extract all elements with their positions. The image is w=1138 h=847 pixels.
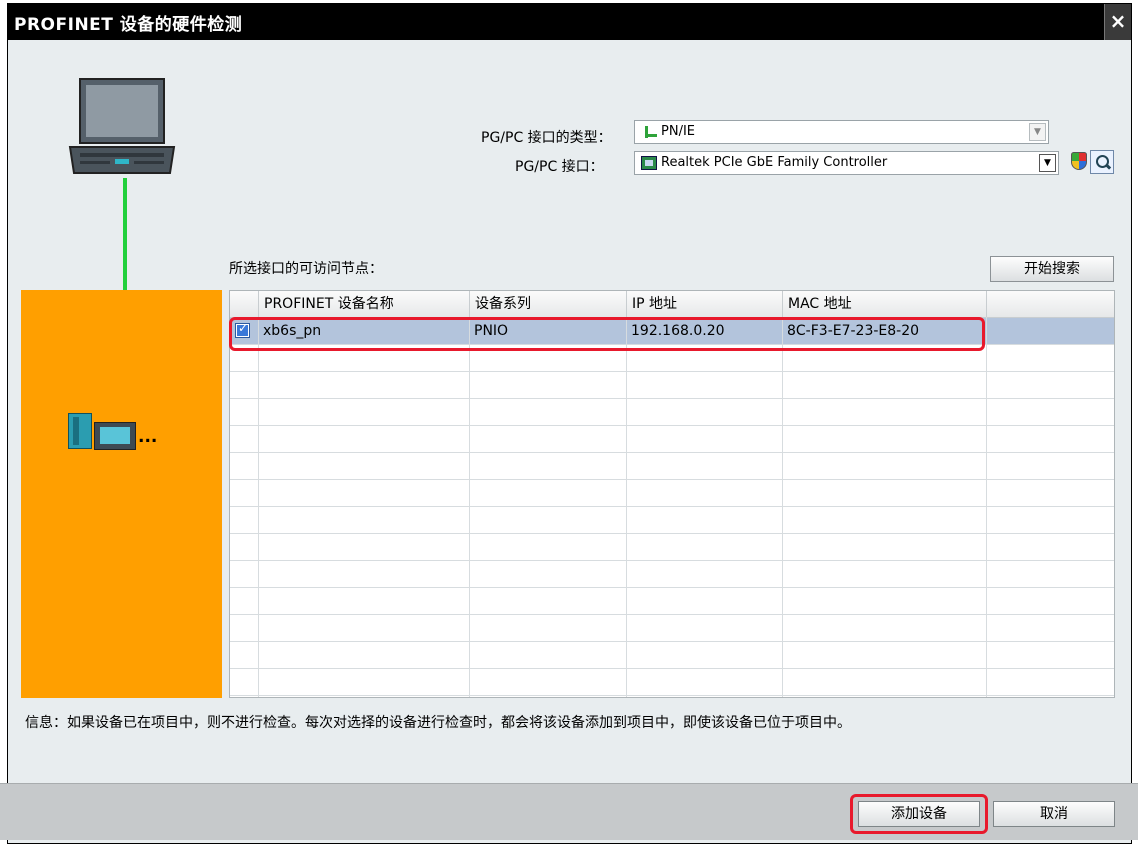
diagnostics-search-icon[interactable]	[1090, 150, 1114, 174]
cpu-module-icon	[68, 413, 92, 449]
hmi-panel-icon	[94, 422, 136, 450]
interface-label: PG/PC 接口：	[515, 159, 604, 175]
accessible-nodes-table: PROFINET 设备名称 设备系列 IP 地址 MAC 地址 ✓ xb6s_p…	[229, 290, 1115, 698]
interface-value: Realtek PCIe GbE Family Controller	[661, 155, 888, 170]
cancel-button[interactable]: 取消	[993, 801, 1115, 827]
close-button[interactable]: ×	[1104, 4, 1131, 40]
accessible-nodes-label: 所选接口的可访问节点：	[229, 261, 383, 277]
interface-type-value: PN/IE	[661, 124, 695, 139]
table-header: PROFINET 设备名称 设备系列 IP 地址 MAC 地址	[230, 291, 1114, 318]
pg-pc-laptop-icon	[68, 78, 176, 174]
add-button-highlight-annotation	[850, 794, 988, 834]
row-highlight-annotation	[229, 317, 985, 351]
security-shield-icon[interactable]	[1071, 152, 1087, 170]
chevron-down-icon[interactable]: ▼	[1029, 123, 1046, 141]
interface-select[interactable]: Realtek PCIe GbE Family Controller ▼	[634, 151, 1059, 175]
column-header-device-family[interactable]: 设备系列	[469, 291, 626, 317]
accessible-devices-panel	[21, 290, 222, 698]
network-card-icon	[641, 156, 657, 170]
column-header-ip-address[interactable]: IP 地址	[626, 291, 782, 317]
start-search-button[interactable]: 开始搜索	[990, 256, 1114, 282]
header-checkbox-column	[230, 291, 258, 317]
pn-ie-icon	[641, 126, 657, 138]
chevron-down-icon[interactable]: ▼	[1039, 154, 1056, 172]
title-bar: PROFINET 设备的硬件检测 ×	[8, 4, 1131, 40]
interface-type-select[interactable]: PN/IE ▼	[634, 120, 1049, 144]
info-message: 信息：如果设备已在项目中，则不进行检查。每次对选择的设备进行检查时，都会将该设备…	[25, 715, 851, 731]
more-devices-ellipsis: ...	[138, 427, 158, 447]
column-header-device-name[interactable]: PROFINET 设备名称	[258, 291, 469, 317]
interface-type-label: PG/PC 接口的类型：	[481, 130, 612, 146]
column-header-empty	[986, 291, 1114, 317]
dialog-title: PROFINET 设备的硬件检测	[14, 15, 243, 35]
column-header-mac-address[interactable]: MAC 地址	[782, 291, 986, 317]
